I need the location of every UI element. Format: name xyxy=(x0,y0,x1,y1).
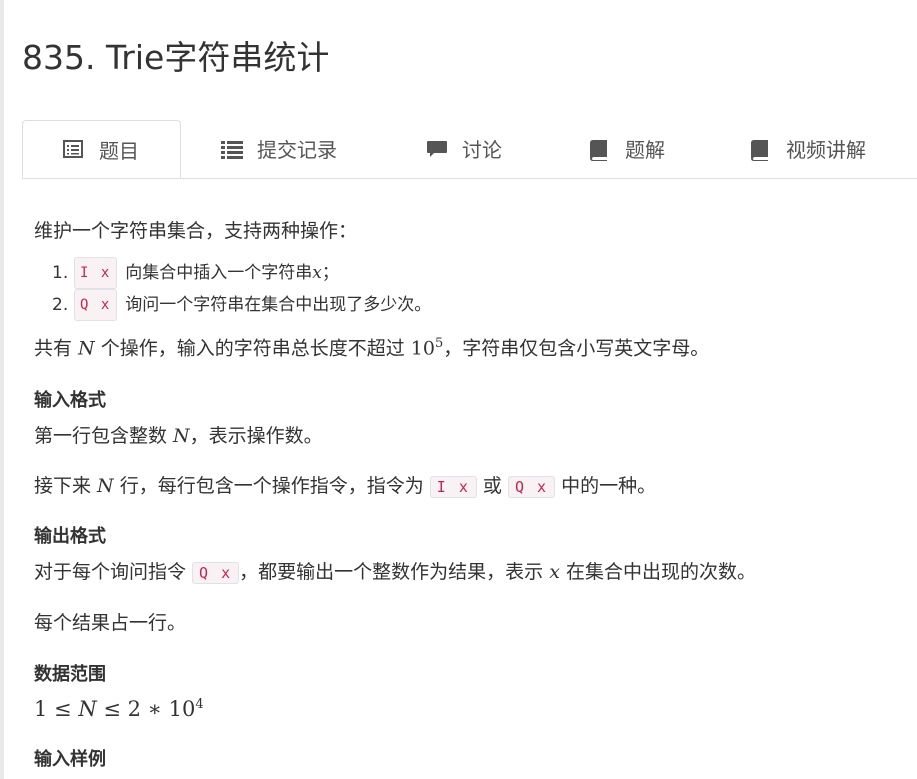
output-format-heading: 输出格式 xyxy=(34,525,106,547)
book-icon xyxy=(750,139,770,161)
command-code: Q x xyxy=(192,562,240,585)
list-item: 2. Q x 询问一个字符串在集合中出现了多少次。 xyxy=(34,288,904,321)
command-code: Q x xyxy=(507,476,556,499)
tab-label: 视频讲解 xyxy=(786,138,866,162)
left-border xyxy=(0,0,4,779)
tab-discussion[interactable]: 讨论 xyxy=(426,120,502,177)
tab-label: 讨论 xyxy=(462,138,502,162)
input-line-2: 接下来 N 行，每行包含一个操作指令，指令为 I x 或 Q x 中的一种。 xyxy=(34,475,657,499)
command-code: I x xyxy=(74,256,118,289)
tab-bar: 题目 提交记录 讨论 题解 视频讲解 xyxy=(22,120,917,179)
operations-list: 1. I x 向集合中插入一个字符串 x； 2. Q x 询问一个字符串在集合中… xyxy=(34,256,904,321)
tab-label: 题目 xyxy=(99,138,139,163)
speech-bubble-icon xyxy=(426,139,447,159)
data-range-heading: 数据范围 xyxy=(34,664,106,686)
output-line-1: 对于每个询问指令 Q x ，都要输出一个整数作为结果，表示 x 在集合中出现的次数… xyxy=(34,561,756,585)
output-line-2: 每个结果占一行。 xyxy=(34,611,187,634)
command-code: I x xyxy=(429,476,477,499)
input-line-1: 第一行包含整数 N，表示操作数。 xyxy=(34,424,323,447)
constraint-text: 共有 N 个操作，输入的字符串总长度不超过 105，字符串仅包含小写英文字母。 xyxy=(34,335,710,359)
tab-label: 提交记录 xyxy=(257,138,337,162)
tab-label: 题解 xyxy=(625,138,665,162)
list-icon xyxy=(221,139,243,159)
problem-content: 维护一个字符串集合，支持两种操作： 1. I x 向集合中插入一个字符串 x； … xyxy=(34,210,904,772)
intro-text: 维护一个字符串集合，支持两种操作： xyxy=(34,220,358,242)
data-range-expr: 1 ≤ N ≤ 2 ∗ 104 xyxy=(34,697,204,722)
book-icon xyxy=(589,139,609,161)
tab-video[interactable]: 视频讲解 xyxy=(750,120,866,177)
input-format-heading: 输入格式 xyxy=(34,389,106,411)
list-item: 1. I x 向集合中插入一个字符串 x； xyxy=(34,256,904,289)
sample-input-heading: 输入样例 xyxy=(34,748,106,770)
document-list-icon xyxy=(63,139,83,159)
math-var: x xyxy=(312,262,322,283)
tab-submissions[interactable]: 提交记录 xyxy=(221,120,337,177)
tab-solutions[interactable]: 题解 xyxy=(589,120,665,177)
page-title: 835. Trie字符串统计 xyxy=(22,38,330,77)
command-code: Q x xyxy=(74,288,118,321)
tab-problem[interactable]: 题目 xyxy=(22,120,181,178)
